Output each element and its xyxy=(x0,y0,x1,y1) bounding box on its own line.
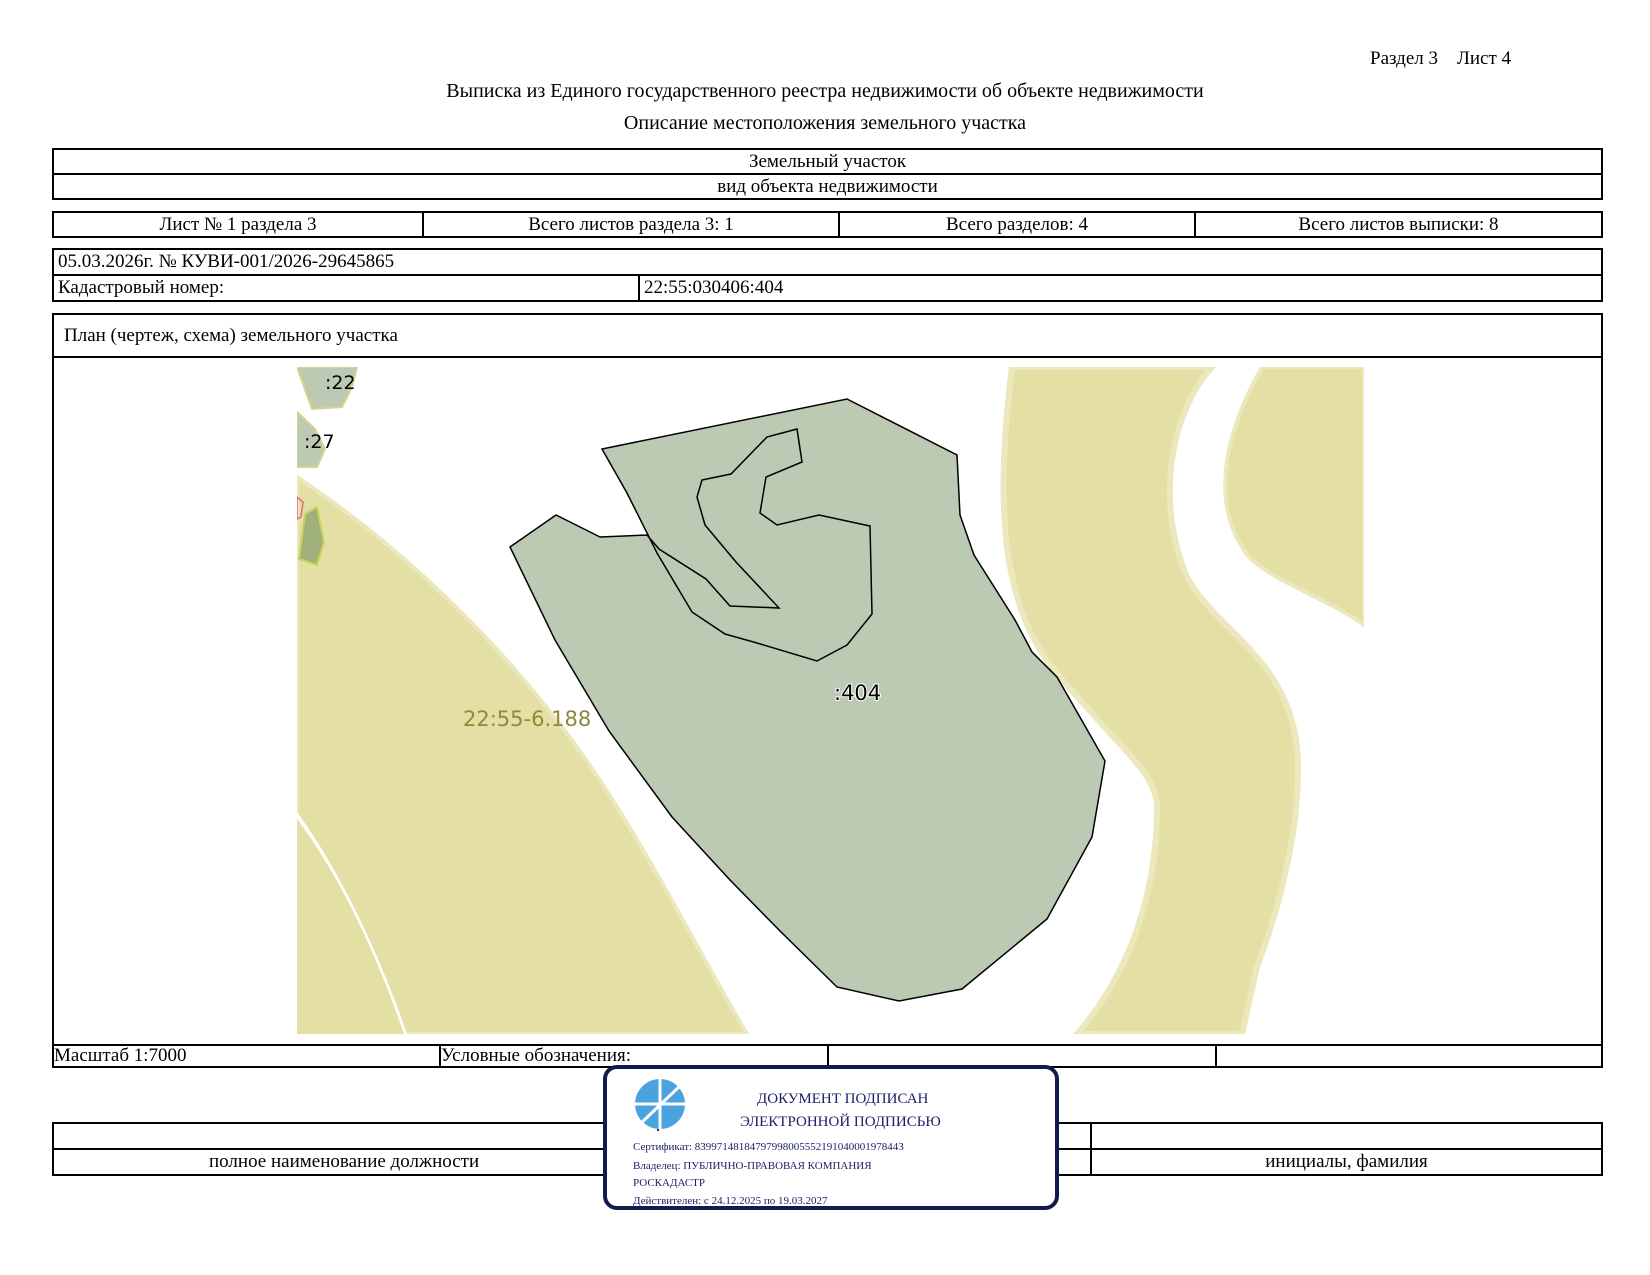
section-sheets-cell: Всего листов раздела 3: 1 xyxy=(422,211,840,238)
signature-name-caption: инициалы, фамилия xyxy=(1090,1148,1603,1176)
stamp-line-1: ДОКУМЕНТ ПОДПИСАН xyxy=(757,1091,929,1107)
section-number: Раздел 3 xyxy=(1370,48,1438,69)
stamp-certificate: Сертификат: 8399714818479799800555219104… xyxy=(633,1141,904,1153)
section-sheet-label: Раздел 3 Лист 4 xyxy=(1370,48,1511,70)
scale-cell: Масштаб 1:7000 xyxy=(52,1044,441,1068)
object-type-caption: вид объекта недвижимости xyxy=(52,173,1603,200)
document-title: Выписка из Единого государственного реес… xyxy=(446,80,1204,102)
plan-title: План (чертеж, схема) земельного участка xyxy=(64,324,398,346)
zone-band-far-right xyxy=(1223,367,1364,628)
plan-title-cell: План (чертеж, схема) земельного участка xyxy=(52,313,1603,358)
signature-position-caption: полное наименование должности xyxy=(209,1151,480,1172)
stamp-valid: Действителен: с 24.12.2025 по 19.03.2027 xyxy=(633,1195,828,1207)
stamp-owner-1: Владелец: ПУБЛИЧНО-ПРАВОВАЯ КОМПАНИЯ xyxy=(633,1160,872,1172)
rosreestr-logo-icon xyxy=(633,1079,685,1131)
cadastral-value-cell: 22:55:030406:404 xyxy=(638,274,1603,302)
sheet-number-cell: Лист № 1 раздела 3 xyxy=(52,211,424,238)
zone-label: 22:55-6.188 xyxy=(463,707,591,731)
parcel-404-label: :404 xyxy=(834,681,881,705)
document-subtitle: Описание местоположения земельного участ… xyxy=(623,112,1027,134)
parcel-22-label: :22 xyxy=(325,372,356,394)
cadastral-label-cell: Кадастровый номер: xyxy=(52,274,640,302)
object-type-value: Земельный участок xyxy=(52,148,1603,175)
extract-sheets-cell: Всего листов выписки: 8 xyxy=(1194,211,1603,238)
date-number-cell: 05.03.2026г. № КУВИ-001/2026-29645865 xyxy=(52,248,1603,276)
electronic-signature-stamp: ДОКУМЕНТ ПОДПИСАН ЭЛЕКТРОННОЙ ПОДПИСЬЮ С… xyxy=(603,1065,1059,1210)
stamp-owner-2: РОСКАДАСТР xyxy=(633,1177,706,1189)
parcel-27-label: :27 xyxy=(304,431,335,453)
legend-empty-cell-2 xyxy=(1215,1044,1603,1068)
parcel-map: :404 22:55-6.188 :22 :27 xyxy=(297,367,1364,1034)
stamp-line-2: ЭЛЕКТРОННОЙ ПОДПИСЬЮ xyxy=(740,1114,941,1130)
sections-total-cell: Всего разделов: 4 xyxy=(838,211,1196,238)
plan-frame: :404 22:55-6.188 :22 :27 xyxy=(52,356,1603,1046)
signature-name-value xyxy=(1090,1122,1603,1150)
sheet-number: Лист 4 xyxy=(1457,48,1512,69)
